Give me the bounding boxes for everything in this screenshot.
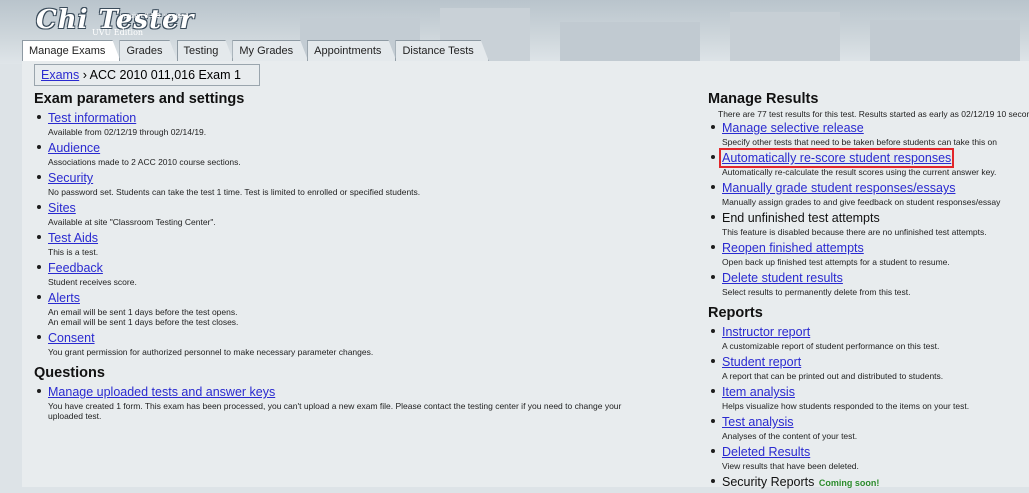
list-item: Alerts An email will be sent 1 days befo… bbox=[34, 289, 694, 327]
list-item: Manually grade student responses/essays … bbox=[708, 179, 1029, 207]
list-item: Automatically re-score student responses… bbox=[708, 148, 1029, 177]
student-report-link[interactable]: Student report bbox=[722, 355, 801, 369]
app-header: Chi Tester version 3.1.0, server 1 UVU E… bbox=[0, 0, 1029, 64]
breadcrumb: Exams › ACC 2010 011,016 Exam 1 bbox=[34, 64, 260, 86]
item-analysis-link[interactable]: Item analysis bbox=[722, 385, 795, 399]
end-unfinished-label: End unfinished test attempts bbox=[722, 211, 880, 225]
left-column: Exam parameters and settings Test inform… bbox=[34, 91, 694, 423]
tab-my-grades[interactable]: My Grades bbox=[232, 40, 308, 61]
item-description: Automatically re-calculate the result sc… bbox=[722, 167, 997, 177]
list-item: Instructor report A customizable report … bbox=[708, 323, 1029, 351]
list-item: Test Aids This is a test. bbox=[34, 229, 694, 257]
item-description: An email will be sent 1 days before the … bbox=[48, 307, 239, 327]
item-description: Open back up finished test attempts for … bbox=[722, 257, 950, 267]
tab-distance-tests[interactable]: Distance Tests bbox=[395, 40, 488, 61]
reports-heading: Reports bbox=[708, 305, 763, 321]
manage-results-intro: There are 77 test results for this test.… bbox=[718, 109, 1029, 119]
list-item: Student report A report that can be prin… bbox=[708, 353, 1029, 381]
item-description: This is a test. bbox=[48, 247, 99, 257]
list-item: Item analysis Helps visualize how studen… bbox=[708, 383, 1029, 411]
item-description: Helps visualize how students responded t… bbox=[722, 401, 970, 411]
item-description: This feature is disabled because there a… bbox=[722, 227, 987, 237]
list-item: End unfinished test attempts This featur… bbox=[708, 209, 1029, 237]
main-tabs: Manage Exams Grades Testing My Grades Ap… bbox=[22, 41, 488, 61]
manage-selective-release-link[interactable]: Manage selective release bbox=[722, 121, 864, 135]
item-description: Specify other tests that need to be take… bbox=[722, 137, 998, 147]
deleted-results-link[interactable]: Deleted Results bbox=[722, 445, 810, 459]
main-content: Exams › ACC 2010 011,016 Exam 1 Exam par… bbox=[22, 61, 1029, 489]
item-description: Available at site "Classroom Testing Cen… bbox=[48, 217, 216, 227]
item-description: Associations made to 2 ACC 2010 course s… bbox=[48, 157, 241, 167]
item-description: Student receives score. bbox=[48, 277, 137, 287]
item-description: Select results to permanently delete fro… bbox=[722, 287, 911, 297]
auto-rescore-link[interactable]: Automatically re-score student responses bbox=[718, 148, 955, 168]
breadcrumb-separator: › bbox=[82, 68, 87, 82]
tab-testing[interactable]: Testing bbox=[177, 40, 234, 61]
manage-results-list: Manage selective release Specify other t… bbox=[708, 119, 1029, 297]
list-item: Security No password set. Students can t… bbox=[34, 169, 694, 197]
item-description: View results that have been deleted. bbox=[722, 461, 859, 471]
item-description: No password set. Students can take the t… bbox=[48, 187, 421, 197]
questions-heading: Questions bbox=[34, 365, 105, 381]
list-item: Reopen finished attempts Open back up fi… bbox=[708, 239, 1029, 267]
app-edition: UVU Edition bbox=[92, 28, 144, 37]
tab-appointments[interactable]: Appointments bbox=[307, 40, 396, 61]
list-item: Manage uploaded tests and answer keys Yo… bbox=[34, 383, 694, 421]
instructor-report-link[interactable]: Instructor report bbox=[722, 325, 810, 339]
manage-results-heading: Manage Results bbox=[708, 91, 819, 107]
manage-uploaded-tests-link[interactable]: Manage uploaded tests and answer keys bbox=[48, 385, 275, 399]
tab-grades[interactable]: Grades bbox=[119, 40, 177, 61]
item-description: A report that can be printed out and dis… bbox=[722, 371, 944, 381]
list-item: Deleted Results View results that have b… bbox=[708, 443, 1029, 471]
list-item: Feedback Student receives score. bbox=[34, 259, 694, 287]
security-link[interactable]: Security bbox=[48, 171, 93, 185]
reports-list: Instructor report A customizable report … bbox=[708, 323, 1029, 491]
item-description: Manually assign grades to and give feedb… bbox=[722, 197, 1001, 207]
list-item: Sites Available at site "Classroom Testi… bbox=[34, 199, 694, 227]
right-column: Manage Results There are 77 test results… bbox=[708, 91, 1029, 493]
item-description: A customizable report of student perform… bbox=[722, 341, 940, 351]
test-analysis-link[interactable]: Test analysis bbox=[722, 415, 794, 429]
audience-link[interactable]: Audience bbox=[48, 141, 100, 155]
list-item: Manage selective release Specify other t… bbox=[708, 119, 1029, 147]
breadcrumb-exams-link[interactable]: Exams bbox=[41, 68, 79, 82]
list-item: Consent You grant permission for authori… bbox=[34, 329, 694, 357]
item-description: You grant permission for authorized pers… bbox=[48, 347, 374, 357]
item-description: Available from 02/12/19 through 02/14/19… bbox=[48, 127, 207, 137]
item-description: Analyses of the content of your test. bbox=[722, 431, 858, 441]
questions-list: Manage uploaded tests and answer keys Yo… bbox=[34, 383, 694, 421]
list-item: Test information Available from 02/12/19… bbox=[34, 109, 694, 137]
consent-link[interactable]: Consent bbox=[48, 331, 95, 345]
exam-params-list: Test information Available from 02/12/19… bbox=[34, 109, 694, 357]
breadcrumb-current: ACC 2010 011,016 Exam 1 bbox=[89, 68, 241, 82]
exam-params-heading: Exam parameters and settings bbox=[34, 91, 245, 107]
list-item: Test analysis Analyses of the content of… bbox=[708, 413, 1029, 441]
test-aids-link[interactable]: Test Aids bbox=[48, 231, 98, 245]
list-item: Security Reports Coming soon! bbox=[708, 473, 1029, 491]
item-description: You have created 1 form. This exam has b… bbox=[48, 401, 622, 421]
list-item: Audience Associations made to 2 ACC 2010… bbox=[34, 139, 694, 167]
list-item: Delete student results Select results to… bbox=[708, 269, 1029, 297]
manual-grade-link[interactable]: Manually grade student responses/essays bbox=[722, 181, 955, 195]
reopen-finished-link[interactable]: Reopen finished attempts bbox=[722, 241, 864, 255]
test-information-link[interactable]: Test information bbox=[48, 111, 136, 125]
sites-link[interactable]: Sites bbox=[48, 201, 76, 215]
feedback-link[interactable]: Feedback bbox=[48, 261, 103, 275]
delete-results-link[interactable]: Delete student results bbox=[722, 271, 843, 285]
app-version: version 3.1.0, server 1 bbox=[120, 13, 190, 20]
tab-manage-exams[interactable]: Manage Exams bbox=[22, 40, 120, 61]
alerts-link[interactable]: Alerts bbox=[48, 291, 80, 305]
